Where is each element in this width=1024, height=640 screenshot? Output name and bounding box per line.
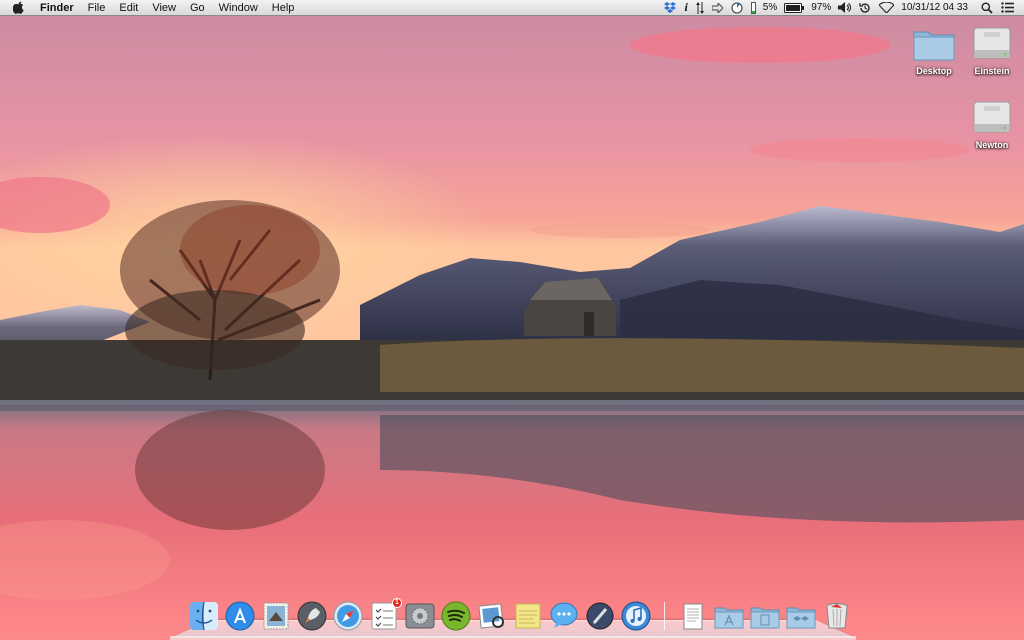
status-menus: i 5% 97% 10/31/12 04 33 — [660, 0, 1018, 16]
dock-reminders[interactable]: 1 — [368, 598, 402, 632]
dock-app-store[interactable] — [224, 600, 256, 632]
dock-documents-folder[interactable] — [749, 600, 781, 632]
notification-center-icon[interactable] — [997, 0, 1018, 16]
dock-separator[interactable] — [664, 602, 665, 630]
app-store-icon — [225, 601, 255, 631]
safari-icon — [333, 601, 363, 631]
menu-bar: Finder File Edit View Go Window Help i 5… — [0, 0, 1024, 16]
hard-drive-icon — [970, 98, 1014, 138]
dock-applications-folder[interactable] — [713, 600, 745, 632]
cpu-pie-icon[interactable] — [727, 0, 747, 16]
desktop-icon-label: Einstein — [974, 66, 1010, 76]
cpu-percent[interactable]: 5% — [760, 2, 780, 13]
desktop-icon-label: Desktop — [916, 66, 952, 76]
applications-folder-icon — [714, 607, 744, 629]
menu-finder[interactable]: Finder — [36, 0, 81, 16]
messages-icon — [550, 602, 578, 628]
system-preferences-icon — [405, 603, 435, 629]
document-stack-icon — [683, 603, 703, 630]
dock-stickies[interactable] — [512, 600, 544, 632]
menu-clock[interactable]: 10/31/12 04 33 — [898, 2, 971, 13]
dock-mail[interactable] — [260, 600, 292, 632]
dock-launchpad[interactable] — [296, 600, 328, 632]
menu-help[interactable]: Help — [265, 0, 302, 16]
mail-stamp-icon — [263, 602, 289, 630]
volume-icon[interactable] — [834, 0, 855, 16]
dock-spotify[interactable] — [440, 600, 472, 632]
stickies-icon — [515, 603, 541, 629]
battery-percent[interactable]: 97% — [808, 2, 834, 13]
apple-menu-icon[interactable] — [12, 1, 26, 15]
battery-icon[interactable] — [780, 0, 808, 16]
dock-dropbox-folder[interactable] — [785, 600, 817, 632]
cpu-bar-icon — [747, 0, 760, 16]
notification-badge: 1 — [392, 598, 402, 608]
desktop-wallpaper — [0, 0, 1024, 640]
dock-system-preferences[interactable] — [404, 600, 436, 632]
wifi-icon[interactable] — [875, 0, 898, 16]
dock-itunes[interactable] — [620, 600, 652, 632]
script-editor-icon — [586, 602, 614, 630]
dock-trash[interactable] — [821, 600, 853, 632]
desktop-icon-label: Newton — [975, 140, 1009, 150]
launchpad-rocket-icon — [297, 601, 327, 631]
spotify-icon — [441, 601, 471, 631]
dock-documents-stack[interactable] — [677, 600, 709, 632]
finder-icon — [190, 601, 218, 631]
dropbox-folder-icon — [786, 607, 816, 629]
dock-preview[interactable] — [476, 600, 508, 632]
dock-script-editor[interactable] — [584, 600, 616, 632]
dock-safari[interactable] — [332, 600, 364, 632]
sync-arrow-icon[interactable] — [708, 0, 727, 16]
dock-finder[interactable] — [188, 600, 220, 632]
info-menu-icon[interactable]: i — [680, 0, 691, 16]
menu-edit[interactable]: Edit — [112, 0, 145, 16]
dropbox-menu-icon[interactable] — [660, 0, 680, 16]
spotlight-search-icon[interactable] — [977, 0, 997, 16]
menu-file[interactable]: File — [81, 0, 113, 16]
folder-icon — [912, 24, 956, 64]
itunes-icon — [621, 601, 651, 631]
desktop-icon-einstein-drive[interactable]: Einstein — [960, 24, 1024, 76]
menu-window[interactable]: Window — [212, 0, 265, 16]
preview-icon — [478, 603, 504, 629]
trash-icon — [826, 603, 848, 629]
desktop-icon-newton-drive[interactable]: Newton — [960, 98, 1024, 150]
dock-shelf-edge — [170, 636, 856, 640]
menu-view[interactable]: View — [145, 0, 183, 16]
dock: 1 — [186, 596, 855, 632]
network-activity-icon[interactable] — [692, 0, 708, 16]
dock-messages[interactable] — [548, 600, 580, 632]
documents-folder-icon — [750, 607, 780, 629]
hard-drive-icon — [970, 24, 1014, 64]
desktop-icon-desktop-folder[interactable]: Desktop — [902, 24, 966, 76]
menu-go[interactable]: Go — [183, 0, 212, 16]
time-machine-icon[interactable] — [855, 0, 875, 16]
